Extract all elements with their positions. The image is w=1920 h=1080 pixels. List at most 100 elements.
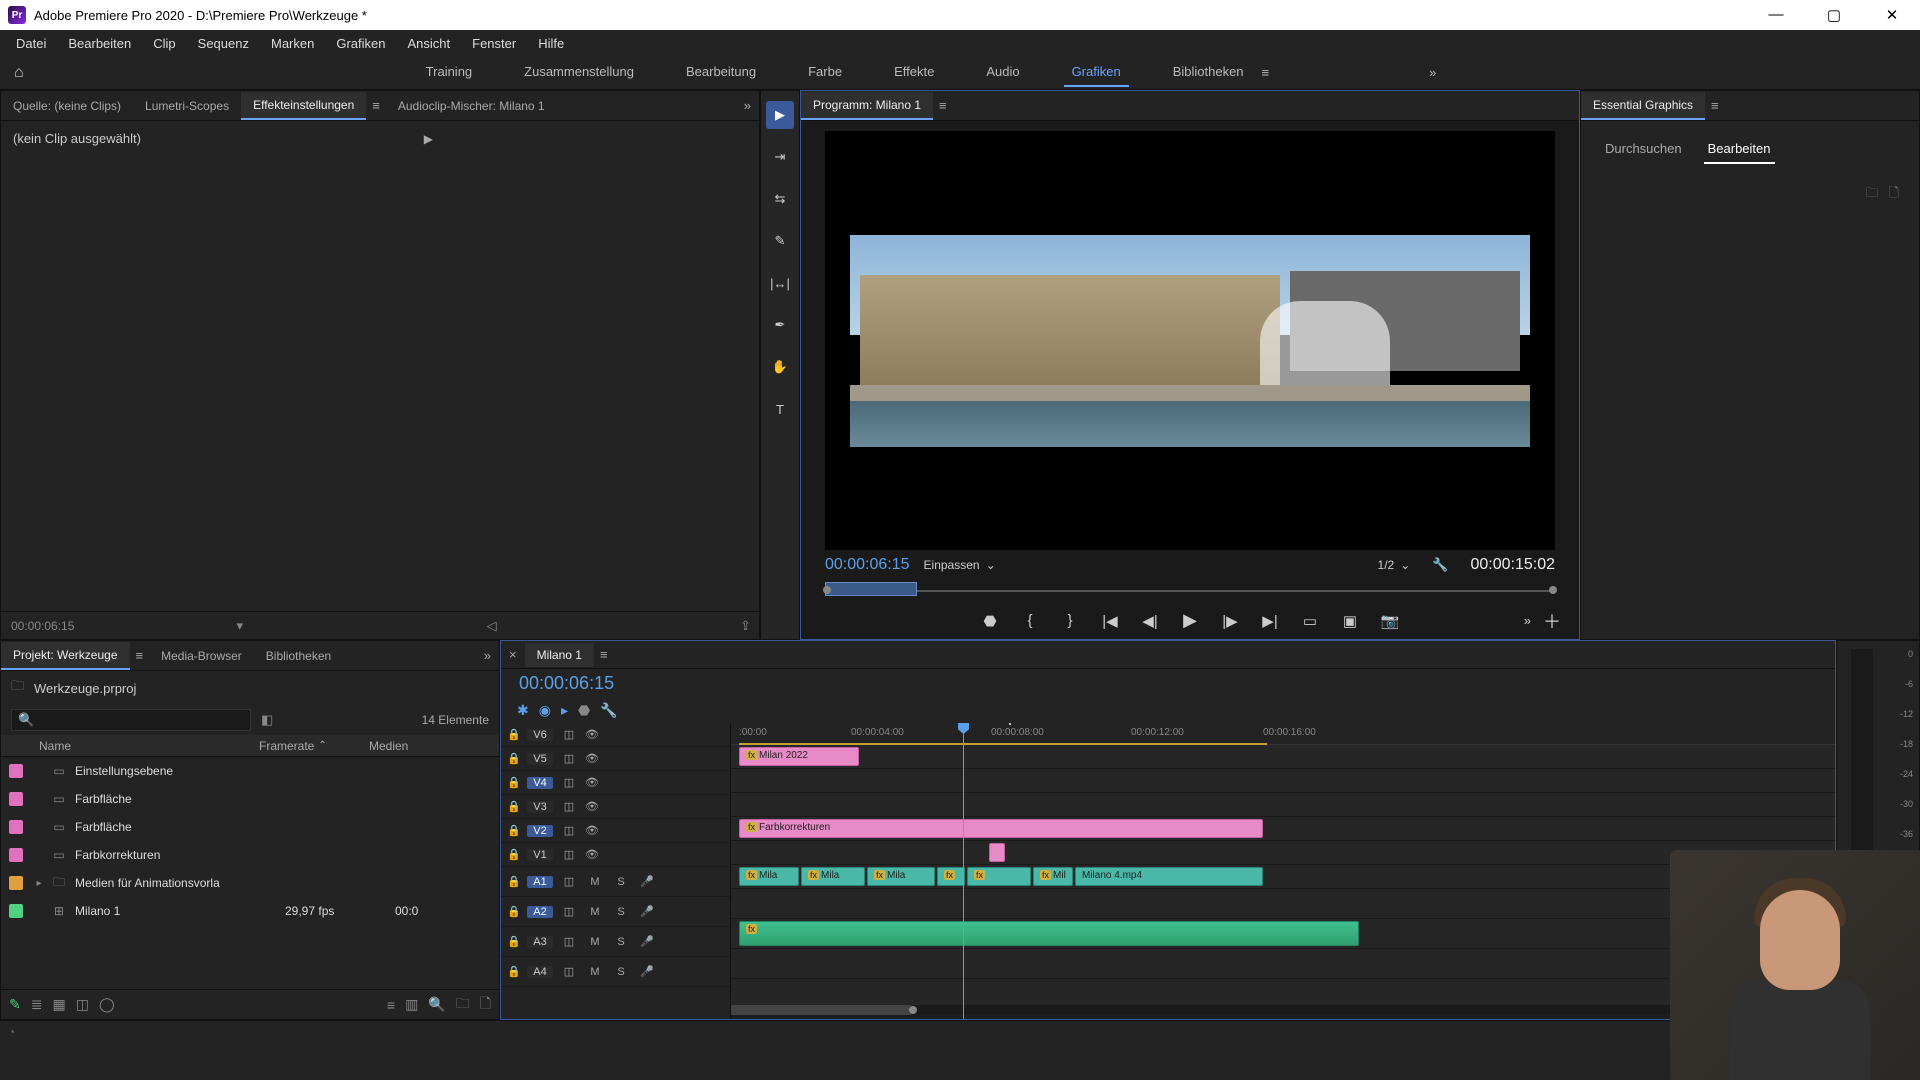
new-folder-icon[interactable]: 🗀 [1866,184,1879,206]
snap-icon[interactable]: ✱ [517,702,529,719]
lock-icon[interactable]: 🔒 [507,905,521,918]
sync-lock-icon[interactable]: ◫ [559,728,579,741]
go-to-out-button[interactable]: ▶| [1259,612,1281,630]
track-header-v3[interactable]: 🔒V3◫👁 [501,795,730,819]
track-target[interactable]: A2 [527,906,553,918]
freeform-view-icon[interactable]: ▦ [52,996,65,1013]
workspace-overflow-icon[interactable]: » [1419,59,1446,86]
list-view-icon[interactable]: ✎ [9,996,21,1013]
eg-tab-durchsuchen[interactable]: Durchsuchen [1601,135,1686,164]
workspace-grafiken[interactable]: Grafiken [1064,58,1129,87]
zoom-fit-dropdown[interactable]: Einpassen ⌄ [924,558,996,572]
menu-bearbeiten[interactable]: Bearbeiten [58,33,141,54]
project-item[interactable]: ▭Einstellungsebene [1,757,499,785]
track-header-v1[interactable]: 🔒V1◫👁 [501,843,730,867]
filter-bin-icon[interactable]: ◧ [261,712,273,728]
panel-menu-icon[interactable]: ≡ [933,98,953,113]
column-framerate[interactable]: Framerate⌃ [259,739,369,753]
source-tab[interactable]: Audioclip-Mischer: Milano 1 [386,93,557,119]
sync-lock-icon[interactable]: ◫ [559,848,579,861]
workspace-menu-icon[interactable]: ≡ [1252,59,1280,86]
track-target[interactable]: V1 [527,849,553,861]
menu-datei[interactable]: Datei [6,33,56,54]
project-item[interactable]: ▸🗀Medien für Animationsvorla [1,869,499,897]
clip[interactable]: fx [739,921,1359,946]
sync-lock-icon[interactable]: ◫ [559,752,579,765]
source-timecode[interactable]: 00:00:06:15 [11,619,74,633]
clip[interactable]: Milano 4.mp4 [1075,867,1263,886]
clip[interactable]: fxFarbkorrekturen [739,819,1263,838]
minimize-button[interactable]: — [1756,6,1796,24]
mute-button[interactable]: M [585,876,605,888]
close-button[interactable]: ✕ [1872,6,1912,24]
lock-icon[interactable]: 🔒 [507,824,521,837]
type-tool[interactable]: T [766,395,794,423]
clip[interactable] [989,843,1005,862]
column-name[interactable]: Name [9,739,259,753]
source-tab[interactable]: Effekteinstellungen [241,92,366,120]
track-target[interactable]: V4 [527,777,553,789]
icon-view-icon[interactable]: ≣ [31,996,43,1013]
essential-graphics-tab[interactable]: Essential Graphics [1581,92,1705,120]
voice-over-icon[interactable]: 🎤 [637,965,657,978]
panel-menu-icon[interactable]: ≡ [594,647,614,662]
lock-icon[interactable]: 🔒 [507,752,521,765]
lock-icon[interactable]: 🔒 [507,875,521,888]
project-item[interactable]: ▭Farbfläche [1,785,499,813]
mute-button[interactable]: M [585,936,605,948]
workspace-farbe[interactable]: Farbe [800,58,850,87]
playhead[interactable] [963,723,964,1019]
maximize-button[interactable]: ▢ [1814,6,1854,24]
solo-button[interactable]: S [611,876,631,888]
new-bin-icon[interactable]: 🗀 [456,993,470,1017]
lock-icon[interactable]: 🔒 [507,848,521,861]
sync-lock-icon[interactable]: ◫ [559,905,579,918]
clip[interactable]: fx [937,867,965,886]
track-header-v4[interactable]: 🔒V4◫👁 [501,771,730,795]
clip[interactable]: fxMilan 2022 [739,747,859,766]
workspace-bearbeitung[interactable]: Bearbeitung [678,58,764,87]
panel-menu-icon[interactable]: ≡ [1705,98,1725,113]
menu-ansicht[interactable]: Ansicht [397,33,460,54]
track-target[interactable]: V6 [527,729,553,741]
pen-tool[interactable]: ✒ [766,311,794,339]
resolution-dropdown[interactable]: 1/2 ⌄ [1378,558,1411,572]
go-to-in-button[interactable]: |◀ [1099,612,1121,630]
track-header-v2[interactable]: 🔒V2◫👁 [501,819,730,843]
sync-lock-icon[interactable]: ◫ [559,875,579,888]
voice-over-icon[interactable]: 🎤 [637,935,657,948]
play-button[interactable]: ▶ [1179,610,1201,631]
clip[interactable]: fxMil [1033,867,1073,886]
workspace-effekte[interactable]: Effekte [886,58,942,87]
menu-hilfe[interactable]: Hilfe [528,33,574,54]
track-target[interactable]: A3 [527,936,553,948]
track-target[interactable]: V5 [527,753,553,765]
program-monitor-viewport[interactable] [825,131,1555,550]
sequence-tab[interactable]: Milano 1 [525,643,594,667]
step-back-icon[interactable]: ◁ [479,618,505,634]
track-target[interactable]: A1 [527,876,553,888]
find-icon[interactable]: 🔍 [428,996,445,1013]
step-back-button[interactable]: ◀| [1139,612,1161,630]
menu-sequenz[interactable]: Sequenz [188,33,259,54]
workspace-training[interactable]: Training [418,58,480,87]
project-item[interactable]: ▭Farbfläche [1,813,499,841]
clip[interactable]: fx [967,867,1031,886]
expand-icon[interactable]: ▶ [424,132,433,146]
time-ruler[interactable]: :00:0000:00:04:0000:00:08:0000:00:12:000… [731,723,1835,745]
zoom-slider-icon[interactable]: ◯ [99,996,115,1013]
toggle-output-icon[interactable]: 👁 [585,776,599,789]
track-header-v5[interactable]: 🔒V5◫👁 [501,747,730,771]
lift-button[interactable]: ▭ [1299,612,1321,630]
program-current-timecode[interactable]: 00:00:06:15 [825,556,910,574]
mute-button[interactable]: M [585,906,605,918]
close-sequence-icon[interactable]: × [501,647,525,662]
track-lane[interactable] [731,769,1835,793]
solo-button[interactable]: S [611,936,631,948]
clip[interactable]: fxMila [867,867,935,886]
lock-icon[interactable]: 🔒 [507,935,521,948]
mark-out-icon[interactable]: } [1059,612,1081,629]
program-duration-timecode[interactable]: 00:00:15:02 [1470,556,1555,574]
no-clip-row[interactable]: (kein Clip ausgewählt) ▶ [13,131,433,146]
lock-icon[interactable]: 🔒 [507,776,521,789]
